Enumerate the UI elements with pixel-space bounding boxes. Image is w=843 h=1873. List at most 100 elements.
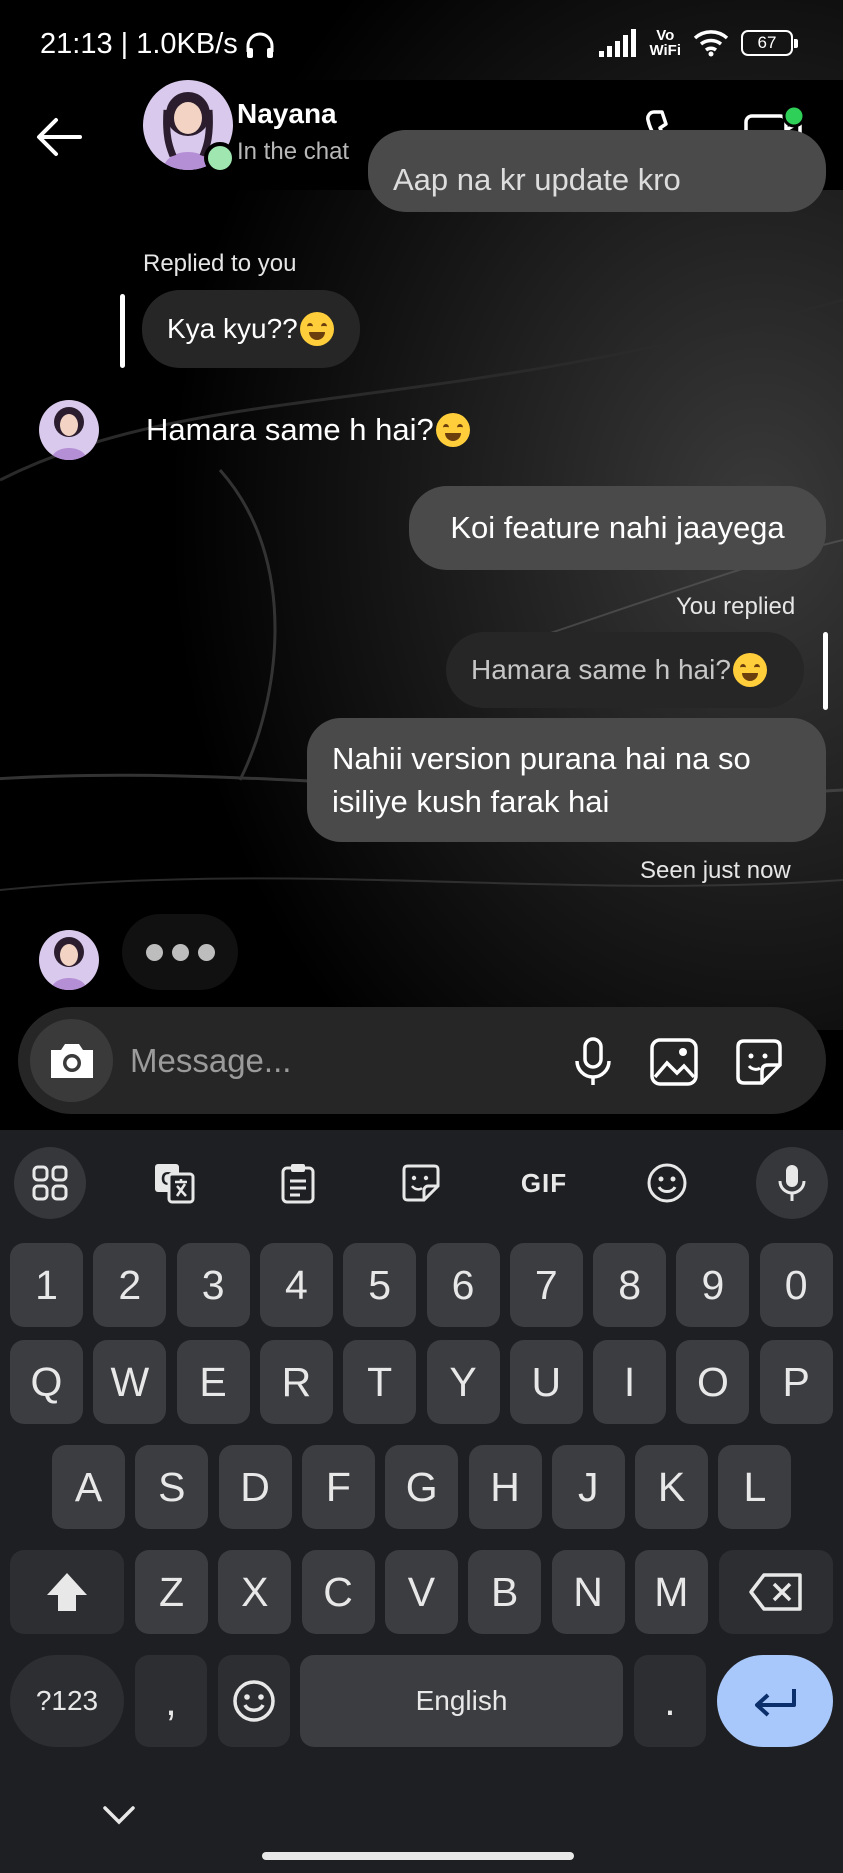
enter-key[interactable]	[717, 1655, 833, 1747]
wifi-icon	[693, 30, 729, 57]
outgoing-message[interactable]: Koi feature nahi jaayega	[409, 486, 826, 570]
key-b[interactable]: B	[468, 1550, 542, 1634]
contact-status: In the chat	[237, 138, 350, 165]
space-bar[interactable]: English	[300, 1655, 623, 1747]
key-3[interactable]: 3	[176, 1243, 250, 1327]
quoted-own-message-bubble[interactable]: Hamara same h hai?	[446, 632, 804, 708]
reply-quote-bar	[120, 294, 125, 368]
key-r[interactable]: R	[259, 1340, 333, 1424]
key-8[interactable]: 8	[593, 1243, 667, 1327]
comma-key[interactable]: ,	[135, 1655, 207, 1747]
microphone-icon[interactable]	[566, 1035, 620, 1089]
backspace-key[interactable]	[719, 1550, 833, 1634]
key-y[interactable]: Y	[426, 1340, 500, 1424]
voice-input-button[interactable]	[756, 1147, 828, 1219]
key-l[interactable]: L	[718, 1445, 792, 1529]
clipboard-button[interactable]	[262, 1147, 334, 1219]
sweat-smile-emoji-icon	[435, 413, 470, 447]
key-g[interactable]: G	[385, 1445, 459, 1529]
key-5[interactable]: 5	[343, 1243, 417, 1327]
key-x[interactable]: X	[218, 1550, 292, 1634]
message-list: Aap na kr update kro Replied to you Kya …	[0, 130, 843, 1000]
message-input[interactable]	[130, 1037, 530, 1085]
key-j[interactable]: J	[551, 1445, 625, 1529]
typing-avatar[interactable]	[39, 930, 99, 990]
key-v[interactable]: V	[384, 1550, 458, 1634]
microphone-icon	[778, 1165, 806, 1201]
key-k[interactable]: K	[635, 1445, 709, 1529]
emoji-key[interactable]	[218, 1655, 290, 1747]
key-2[interactable]: 2	[93, 1243, 167, 1327]
key-z[interactable]: Z	[135, 1550, 208, 1634]
sender-avatar[interactable]	[39, 400, 99, 460]
key-a[interactable]: A	[52, 1445, 125, 1529]
key-d[interactable]: D	[218, 1445, 292, 1529]
sticker-keyboard-button[interactable]	[385, 1147, 457, 1219]
key-w[interactable]: W	[93, 1340, 167, 1424]
signal-icon	[599, 29, 637, 57]
key-o[interactable]: O	[676, 1340, 750, 1424]
key-7[interactable]: 7	[509, 1243, 583, 1327]
outgoing-message[interactable]: Nahii version purana hai na so isiliye k…	[307, 718, 826, 842]
grid-icon	[32, 1165, 68, 1201]
collapse-keyboard-icon[interactable]	[102, 1804, 136, 1826]
camera-button[interactable]	[30, 1019, 113, 1102]
gallery-icon[interactable]	[647, 1035, 701, 1089]
keyboard: G GIF 1234567890 QWERTYUIOP ASDFGHJKL ZX…	[0, 1130, 843, 1873]
reply-label: Replied to you	[143, 250, 297, 277]
key-i[interactable]: I	[593, 1340, 667, 1424]
backspace-icon	[749, 1573, 802, 1611]
status-bar: 21:13 | 1.0KB/s Vo WiFi 67	[0, 0, 843, 90]
key-1[interactable]: 1	[10, 1243, 83, 1327]
reply-quote-bar	[823, 632, 828, 710]
period-key[interactable]: .	[634, 1655, 706, 1747]
home-indicator[interactable]	[262, 1852, 574, 1860]
key-s[interactable]: S	[135, 1445, 209, 1529]
incoming-message[interactable]: Hamara same h hai?	[122, 390, 494, 470]
key-m[interactable]: M	[634, 1550, 708, 1634]
key-h[interactable]: H	[468, 1445, 542, 1529]
apps-grid-button[interactable]	[14, 1147, 86, 1219]
you-replied-label: You replied	[676, 593, 796, 620]
translate-button[interactable]: G	[138, 1147, 210, 1219]
emoji-icon	[647, 1163, 687, 1203]
headphones-icon	[246, 32, 274, 58]
sticker-icon[interactable]	[732, 1035, 786, 1089]
key-0[interactable]: 0	[759, 1243, 833, 1327]
message-composer	[18, 1007, 826, 1114]
vowifi-label: Vo WiFi	[649, 27, 681, 59]
key-p[interactable]: P	[759, 1340, 833, 1424]
enter-arrow-icon	[755, 1689, 796, 1717]
key-9[interactable]: 9	[676, 1243, 750, 1327]
key-4[interactable]: 4	[259, 1243, 333, 1327]
quoted-message-bubble[interactable]: Kya kyu??	[142, 290, 360, 368]
symbols-key[interactable]: ?123	[10, 1655, 124, 1747]
sweat-smile-emoji-icon	[732, 653, 767, 687]
shift-icon	[47, 1573, 87, 1611]
gif-button[interactable]: GIF	[508, 1147, 580, 1219]
key-q[interactable]: Q	[10, 1340, 83, 1424]
camera-icon	[50, 1043, 93, 1078]
message-bubble-clipped[interactable]: Aap na kr update kro	[368, 130, 826, 212]
key-6[interactable]: 6	[426, 1243, 500, 1327]
online-status-dot	[204, 142, 236, 174]
seen-status: Seen just now	[640, 857, 791, 884]
gif-label: GIF	[520, 1167, 568, 1198]
shift-key[interactable]	[10, 1550, 124, 1634]
typing-indicator	[122, 914, 238, 990]
key-e[interactable]: E	[176, 1340, 250, 1424]
back-arrow-icon[interactable]	[32, 110, 86, 164]
sticker-icon	[402, 1164, 440, 1202]
key-c[interactable]: C	[301, 1550, 375, 1634]
laughing-emoji-icon	[299, 312, 334, 346]
key-t[interactable]: T	[343, 1340, 417, 1424]
contact-name[interactable]: Nayana	[237, 98, 337, 130]
battery-indicator: 67	[741, 30, 798, 56]
translate-icon: G	[155, 1164, 195, 1204]
key-f[interactable]: F	[301, 1445, 375, 1529]
status-time: 21:13 | 1.0KB/s	[40, 28, 276, 61]
key-u[interactable]: U	[509, 1340, 583, 1424]
emoji-toolbar-button[interactable]	[631, 1147, 703, 1219]
clipboard-icon	[281, 1164, 315, 1204]
key-n[interactable]: N	[551, 1550, 625, 1634]
